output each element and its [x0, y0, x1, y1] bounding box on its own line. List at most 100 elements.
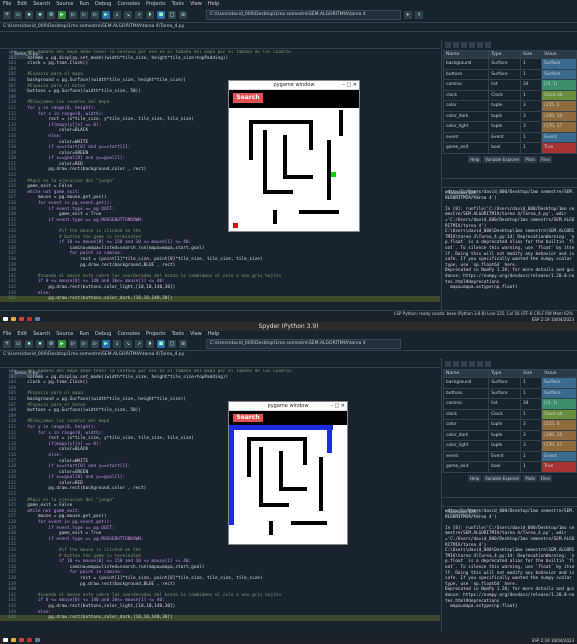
- table-row[interactable]: camino list 34 [(0, 1): [442, 79, 577, 91]
- menu-file[interactable]: File: [3, 1, 11, 7]
- menu-tools[interactable]: Tools: [172, 1, 184, 7]
- remove-all-icon[interactable]: [461, 42, 467, 48]
- menu-projects[interactable]: Projects: [146, 1, 166, 7]
- new-file-icon[interactable]: +: [3, 11, 11, 19]
- menu-source[interactable]: Source: [56, 331, 73, 337]
- menu-search[interactable]: Search: [33, 331, 50, 337]
- pygame-icon[interactable]: [35, 317, 40, 321]
- parent-directory-icon[interactable]: ↑: [415, 11, 423, 19]
- save-all-icon[interactable]: ▪: [36, 340, 44, 348]
- remove-all-icon[interactable]: [461, 361, 467, 367]
- python-path-icon[interactable]: ≡: [179, 11, 187, 19]
- table-row[interactable]: color_dark tuple 3 (100, 10: [442, 110, 577, 122]
- run-selection-icon[interactable]: ▷: [91, 340, 99, 348]
- language-indicator[interactable]: ESP: [532, 317, 539, 322]
- pane-tab[interactable]: Help: [468, 155, 482, 163]
- menu-help[interactable]: Help: [208, 331, 219, 337]
- table-row[interactable]: color_light tuple 3 (170, 17: [442, 121, 577, 133]
- chrome-icon[interactable]: [19, 638, 24, 642]
- run-cell-advance-icon[interactable]: ▷: [80, 340, 88, 348]
- search-icon[interactable]: [477, 361, 483, 367]
- save-data-icon[interactable]: [453, 361, 459, 367]
- menu-file[interactable]: File: [3, 331, 11, 337]
- code-editor[interactable]: Tarea_4.py 101 del tamaño del mapa debe …: [0, 359, 440, 632]
- ipython-console[interactable]: Console 1/A wdir='C:/Users/david_000/Des…: [442, 178, 577, 309]
- run-icon[interactable]: ▶: [58, 340, 66, 348]
- pane-tab[interactable]: Plots: [523, 474, 538, 482]
- working-directory-field[interactable]: C:\Users\david_000\Desktop\1mo semestre\…: [206, 10, 401, 20]
- menu-view[interactable]: View: [190, 1, 202, 7]
- column-header[interactable]: Value: [541, 369, 577, 378]
- open-file-icon[interactable]: ▭: [14, 11, 22, 19]
- menu-debug[interactable]: Debug: [95, 1, 111, 7]
- continue-icon[interactable]: ⏵: [146, 11, 154, 19]
- ipython-console[interactable]: Console 1/A wdir='C:/Users/david_000/Des…: [442, 497, 577, 628]
- new-file-icon[interactable]: +: [3, 340, 11, 348]
- search-icon[interactable]: [477, 42, 483, 48]
- debug-icon[interactable]: ▶: [102, 340, 110, 348]
- window-controls[interactable]: – □ ✕: [330, 402, 345, 410]
- pygame-icon[interactable]: [35, 638, 40, 642]
- menu-consoles[interactable]: Consoles: [117, 331, 139, 337]
- table-row[interactable]: color_light tuple 3 (170, 17: [442, 440, 577, 452]
- code-area[interactable]: 101 del tamaño del mapa debe tener la ve…: [0, 369, 440, 632]
- continue-icon[interactable]: ⏵: [146, 340, 154, 348]
- spyder-icon[interactable]: [27, 317, 32, 321]
- table-row[interactable]: background Surface 1 Surface: [442, 58, 577, 70]
- language-indicator[interactable]: ESP: [532, 638, 539, 643]
- column-header[interactable]: Size: [519, 369, 543, 378]
- column-header[interactable]: Value: [541, 50, 577, 59]
- explorer-icon[interactable]: [11, 317, 16, 321]
- search-button[interactable]: Search: [233, 93, 263, 103]
- run-cell-advance-icon[interactable]: ▷: [80, 11, 88, 19]
- run-selection-icon[interactable]: ▷: [91, 11, 99, 19]
- step-return-icon[interactable]: ↗: [135, 11, 143, 19]
- chrome-icon[interactable]: [19, 317, 24, 321]
- menu-view[interactable]: View: [190, 331, 202, 337]
- table-row[interactable]: background Surface 1 Surface: [442, 377, 577, 389]
- filter-icon[interactable]: [485, 42, 491, 48]
- table-row[interactable]: game_exit bool 1 True: [442, 461, 577, 473]
- table-row[interactable]: game_exit bool 1 True: [442, 142, 577, 154]
- table-row[interactable]: color_dark tuple 3 (100, 10: [442, 429, 577, 441]
- window-controls[interactable]: – □ ✕: [342, 81, 357, 89]
- save-all-icon[interactable]: ▪: [36, 11, 44, 19]
- step-into-icon[interactable]: ↘: [124, 11, 132, 19]
- start-icon[interactable]: [3, 317, 8, 321]
- table-row[interactable]: camino list 34 [(0, 1): [442, 398, 577, 410]
- search-button[interactable]: Search: [233, 414, 263, 422]
- run-cell-icon[interactable]: ▷: [69, 340, 77, 348]
- python-path-icon[interactable]: ≡: [179, 340, 187, 348]
- pygame-window[interactable]: pygame window – □ ✕ Search: [228, 401, 348, 545]
- step-return-icon[interactable]: ↗: [135, 340, 143, 348]
- menu-edit[interactable]: Edit: [17, 331, 27, 337]
- column-header[interactable]: Type: [488, 369, 521, 378]
- column-header[interactable]: Name: [442, 50, 490, 59]
- table-row[interactable]: clock Clock 1 Clock ob: [442, 89, 577, 101]
- menu-tools[interactable]: Tools: [172, 331, 184, 337]
- table-row[interactable]: buttons Surface 1 Surface: [442, 68, 577, 80]
- debug-icon[interactable]: ▶: [102, 11, 110, 19]
- save-icon[interactable]: ▪: [25, 11, 33, 19]
- table-row[interactable]: color tuple 3 (255, 0: [442, 419, 577, 431]
- menu-projects[interactable]: Projects: [146, 331, 166, 337]
- save-icon[interactable]: ▪: [25, 340, 33, 348]
- menu-run[interactable]: Run: [79, 331, 89, 337]
- open-file-icon[interactable]: ▭: [14, 340, 22, 348]
- maximize-pane-icon[interactable]: □: [168, 340, 176, 348]
- pane-tab[interactable]: Variable Explorer: [483, 155, 522, 163]
- menu-consoles[interactable]: Consoles: [117, 1, 139, 7]
- pane-tab[interactable]: Files: [539, 474, 552, 482]
- working-directory-field[interactable]: C:\Users\david_000\Desktop\1mo semestre\…: [206, 339, 401, 349]
- refresh-icon[interactable]: [469, 42, 475, 48]
- spyder-icon[interactable]: [27, 638, 32, 642]
- import-data-icon[interactable]: [445, 42, 451, 48]
- browse-folder-icon[interactable]: ▸: [404, 11, 412, 19]
- save-data-icon[interactable]: [453, 42, 459, 48]
- pygame-window[interactable]: pygame window – □ ✕ Search: [228, 80, 360, 232]
- table-row[interactable]: event Event 1 Event: [442, 131, 577, 143]
- column-header[interactable]: Size: [519, 50, 543, 59]
- import-data-icon[interactable]: [445, 361, 451, 367]
- menu-debug[interactable]: Debug: [95, 331, 111, 337]
- run-cell-icon[interactable]: ▷: [69, 11, 77, 19]
